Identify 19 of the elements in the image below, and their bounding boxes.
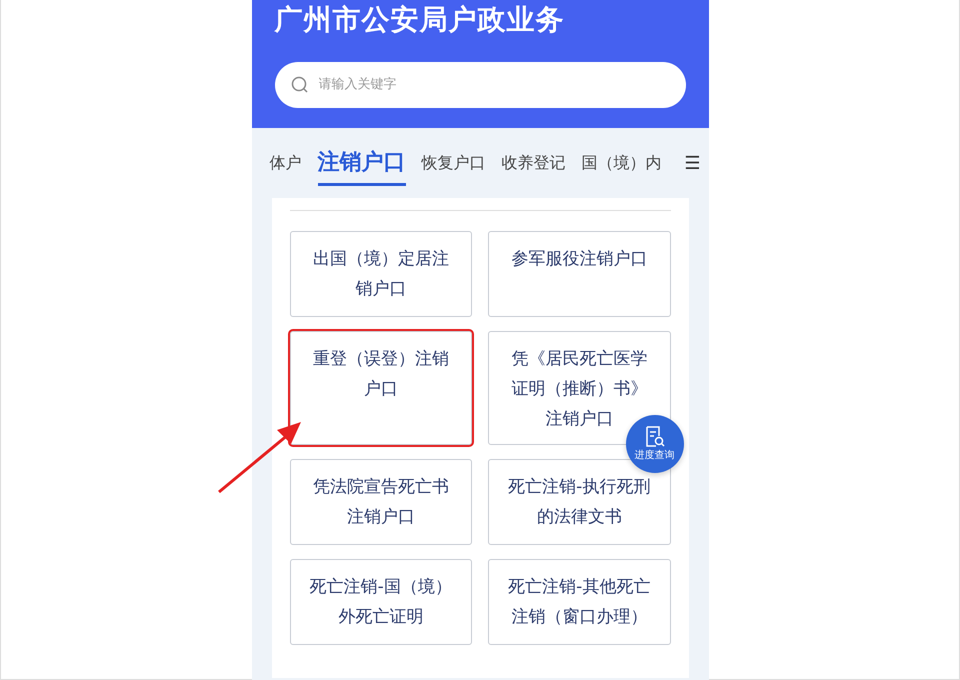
- page-title: 广州市公安局户政业务: [274, 2, 566, 34]
- tab[interactable]: 恢复户口: [422, 151, 486, 175]
- tab[interactable]: 体户: [270, 151, 302, 175]
- document-search-icon: [644, 426, 664, 448]
- service-item[interactable]: 重登（误登）注销户口: [290, 331, 472, 445]
- service-item[interactable]: 凭《居民死亡医学证明（推断）书》注销户口: [488, 331, 670, 445]
- search-icon: [290, 76, 308, 94]
- service-item[interactable]: 出国（境）定居注销户口: [290, 231, 472, 317]
- service-item[interactable]: 参军服役注销户口: [488, 231, 670, 317]
- service-item[interactable]: 死亡注销-其他死亡注销（窗口办理）: [488, 559, 670, 645]
- tab[interactable]: 国（境）内: [582, 151, 662, 175]
- service-item[interactable]: 死亡注销-执行死刑的法律文书: [488, 459, 670, 545]
- search-input[interactable]: 请输入关键字: [316, 74, 670, 96]
- service-item[interactable]: 凭法院宣告死亡书注销户口: [290, 459, 472, 545]
- search-bar[interactable]: 请输入关键字: [274, 62, 686, 108]
- tab[interactable]: 注销户口: [318, 150, 406, 186]
- tab[interactable]: 收养登记: [502, 151, 566, 175]
- service-item[interactable]: 死亡注销-国（境）外死亡证明: [290, 559, 472, 645]
- menu-icon[interactable]: ☰: [684, 150, 700, 176]
